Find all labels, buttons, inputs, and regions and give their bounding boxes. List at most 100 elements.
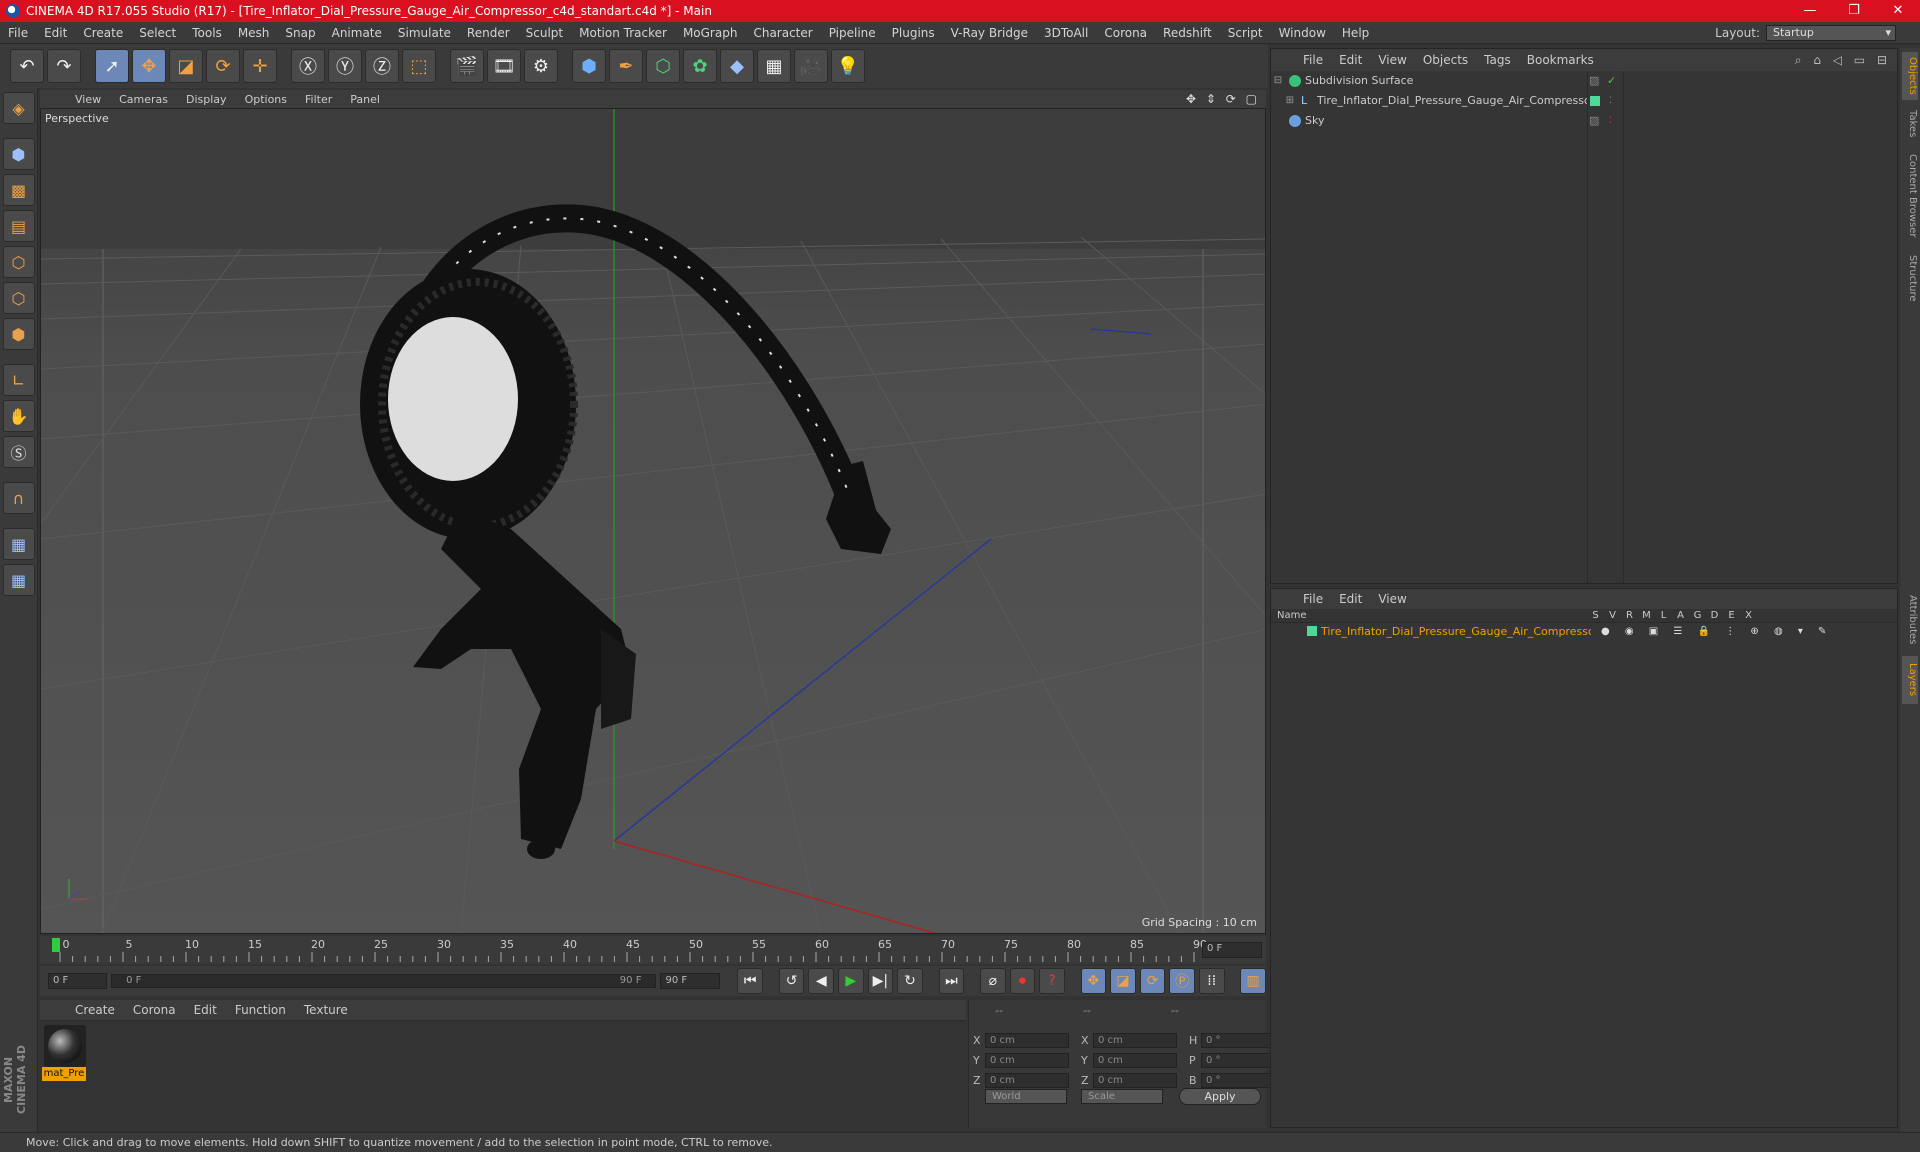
tire-inflator-model[interactable] (360, 204, 891, 859)
render-picture-viewer-icon[interactable]: 🎞 (487, 49, 521, 83)
render-settings-icon[interactable]: ⚙ (524, 49, 558, 83)
menu-select[interactable]: Select (131, 22, 184, 44)
viewport-menu-filter[interactable]: Filter (296, 93, 341, 106)
rotation-b-field[interactable]: 0 ° (1201, 1072, 1275, 1088)
redo-icon[interactable]: ↷ (47, 49, 81, 83)
record-keys-icon[interactable]: ⏺ (1009, 968, 1036, 994)
rotate-tool-icon[interactable]: ⟳ (206, 49, 240, 83)
maximize-button[interactable]: ❐ (1832, 0, 1876, 22)
menu-render[interactable]: Render (459, 22, 518, 44)
workplane-lock-icon[interactable]: ▦ (2, 528, 35, 560)
menu-motion-tracker[interactable]: Motion Tracker (571, 22, 675, 44)
coordinate-mode-dropdown[interactable]: World (985, 1089, 1067, 1104)
menu-tools[interactable]: Tools (184, 22, 230, 44)
mograph-cloner-icon[interactable]: ✿ (683, 49, 717, 83)
preview-range-slider[interactable]: 0 F 90 F (111, 974, 657, 988)
next-key-icon[interactable]: ↻ (897, 968, 923, 994)
playhead-marker[interactable] (52, 938, 60, 952)
viewport-menu-display[interactable]: Display (177, 93, 236, 106)
previous-key-icon[interactable]: ↺ (778, 968, 805, 994)
position-x-field[interactable]: 0 cm (985, 1032, 1069, 1048)
camera-icon[interactable]: 🎥 (794, 49, 828, 83)
layer-col-manager[interactable]: M (1638, 610, 1655, 621)
menu-sculpt[interactable]: Sculpt (518, 22, 571, 44)
layer-col-view[interactable]: V (1604, 610, 1621, 621)
object-name[interactable]: Subdivision Surface (1305, 74, 1575, 87)
size-z-field[interactable]: 0 cm (1093, 1072, 1177, 1088)
perspective-viewport[interactable]: Perspective Grid Spacing : 10 cm (40, 108, 1266, 934)
end-frame-field[interactable]: 90 F (660, 973, 720, 989)
object-row[interactable]: ⊞ L Tire_Inflator_Dial_Pressure_Gauge_Ai… (1271, 91, 1897, 110)
tab-layers[interactable]: Layers (1902, 656, 1918, 704)
menu-file[interactable]: File (0, 22, 36, 44)
key-scale-icon[interactable]: ◪ (1110, 968, 1136, 994)
snap-magnet-icon[interactable]: ∩ (2, 482, 35, 514)
layout-dropdown[interactable]: Startup (1766, 24, 1896, 41)
key-position-icon[interactable]: ✥ (1080, 968, 1107, 994)
menu-window[interactable]: Window (1271, 22, 1334, 44)
om-menu-bookmarks[interactable]: Bookmarks (1519, 53, 1602, 67)
select-cursor-icon[interactable]: ➚ (95, 49, 129, 83)
collapse-icon[interactable]: ⊟ (1271, 75, 1285, 86)
material-menu-corona[interactable]: Corona (124, 1003, 185, 1017)
layer-col-generators[interactable]: G (1689, 610, 1706, 621)
viewport-menu-cameras[interactable]: Cameras (110, 93, 177, 106)
menu-simulate[interactable]: Simulate (390, 22, 459, 44)
visibility-dots-icon[interactable]: ⁚ (1609, 116, 1612, 126)
move-tool-icon[interactable]: ✥ (132, 49, 166, 83)
model-mode-icon[interactable]: ⬢ (2, 138, 35, 170)
key-pla-icon[interactable]: ⁞⁞ (1198, 968, 1225, 994)
subdivision-generator-icon[interactable]: ⬡ (646, 49, 680, 83)
layer-col-expressions[interactable]: E (1723, 610, 1740, 621)
visibility-dots-icon[interactable]: ⁚ (1609, 96, 1612, 106)
material-name-label[interactable]: mat_Pre (42, 1067, 86, 1081)
transform-tool-icon[interactable]: ✛ (243, 49, 277, 83)
scale-tool-icon[interactable]: ◪ (169, 49, 203, 83)
layer-row[interactable]: Tire_Inflator_Dial_Pressure_Gauge_Air_Co… (1271, 623, 1897, 639)
viewport-navigation-icons[interactable]: ✥ ⇕ ⟳ ▢ (1186, 92, 1266, 106)
om-menu-objects[interactable]: Objects (1415, 53, 1476, 67)
object-row[interactable]: ⊟ Subdivision Surface ▨ ✓ (1271, 71, 1897, 90)
position-y-field[interactable]: 0 cm (985, 1052, 1069, 1068)
deformer-icon[interactable]: ◆ (720, 49, 754, 83)
layer-col-xref[interactable]: X (1740, 610, 1757, 621)
object-row[interactable]: Sky ▨ ⁚ (1271, 111, 1897, 130)
enabled-check-icon[interactable]: ✓ (1607, 74, 1616, 87)
object-name[interactable]: Tire_Inflator_Dial_Pressure_Gauge_Air_Co… (1317, 94, 1587, 107)
start-frame-field[interactable]: 0 F (48, 973, 108, 989)
tab-structure[interactable]: Structure (1902, 248, 1918, 308)
solo-mode-icon[interactable]: Ⓢ (2, 436, 35, 468)
menu-mograph[interactable]: MoGraph (675, 22, 746, 44)
lm-menu-view[interactable]: View (1370, 592, 1414, 606)
previous-frame-icon[interactable]: ◀ (808, 968, 834, 994)
menu-mesh[interactable]: Mesh (230, 22, 278, 44)
layer-toggle-icons[interactable]: ● ◉ ▣ ☰ 🔒 ⋮ ⊕ ◍ ▾ ✎ (1601, 626, 1832, 637)
axis-mode-icon[interactable]: ∟ (2, 364, 35, 396)
rotation-p-field[interactable]: 0 ° (1201, 1052, 1275, 1068)
tab-content-browser[interactable]: Content Browser (1902, 148, 1918, 244)
menu-create[interactable]: Create (75, 22, 131, 44)
lm-menu-edit[interactable]: Edit (1331, 592, 1370, 606)
menu-pipeline[interactable]: Pipeline (821, 22, 884, 44)
layer-col-animation[interactable]: A (1672, 610, 1689, 621)
om-menu-view[interactable]: View (1370, 53, 1414, 67)
layer-name[interactable]: Tire_Inflator_Dial_Pressure_Gauge_Air_Co… (1321, 625, 1591, 638)
go-to-end-icon[interactable]: ⏭ (938, 968, 965, 994)
size-mode-dropdown[interactable]: Scale (1081, 1089, 1163, 1104)
om-menu-tags[interactable]: Tags (1476, 53, 1519, 67)
material-menu-edit[interactable]: Edit (185, 1003, 226, 1017)
workplane-mode-icon[interactable]: ▤ (2, 210, 35, 242)
material-thumbnail[interactable] (44, 1025, 86, 1067)
expand-icon[interactable]: ⊞ (1283, 95, 1297, 106)
om-toolbar-icons[interactable]: ⌕ ⌂ ◁ ▭ ⊟ (1795, 53, 1897, 68)
texture-mode-icon[interactable]: ▩ (2, 174, 35, 206)
om-menu-edit[interactable]: Edit (1331, 53, 1370, 67)
apply-button[interactable]: Apply (1179, 1088, 1261, 1105)
menu-script[interactable]: Script (1220, 22, 1271, 44)
close-button[interactable]: ✕ (1876, 0, 1920, 22)
layer-col-deformers[interactable]: D (1706, 610, 1723, 621)
next-frame-icon[interactable]: ▶| (867, 968, 894, 994)
tab-attributes[interactable]: Attributes (1902, 588, 1918, 652)
menu-corona[interactable]: Corona (1096, 22, 1155, 44)
cube-primitive-icon[interactable]: ⬢ (572, 49, 606, 83)
